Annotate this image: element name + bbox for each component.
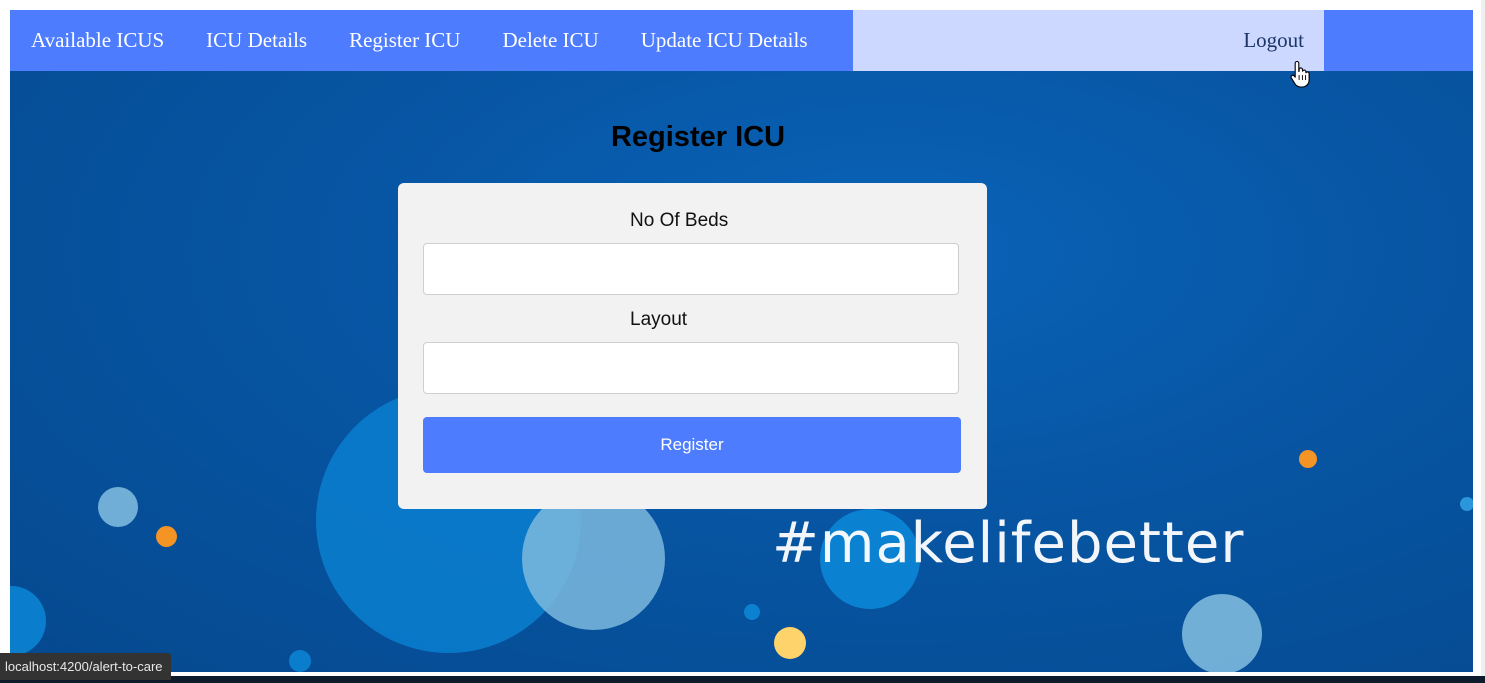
tagline-text: #makelifebetter [772, 511, 1245, 576]
hero-background: #makelifebetter Register ICU No Of Beds … [10, 71, 1473, 672]
decor-bubble [1460, 497, 1473, 511]
beds-input[interactable] [423, 243, 959, 295]
decor-bubble [744, 604, 760, 620]
nav-available-icus[interactable]: Available ICUS [10, 10, 185, 71]
taskbar-strip [0, 676, 1485, 683]
decor-bubble [774, 627, 806, 659]
page-title: Register ICU [610, 121, 786, 153]
layout-label: Layout [630, 309, 688, 330]
nav-register-icu[interactable]: Register ICU [328, 10, 481, 71]
decor-bubble [10, 586, 46, 656]
app-viewport: #makelifebetter Register ICU No Of Beds … [10, 10, 1473, 672]
decor-bubble [156, 526, 177, 547]
layout-input[interactable] [423, 342, 959, 394]
beds-label: No Of Beds [630, 210, 729, 231]
decor-bubble [1182, 594, 1262, 672]
nav-update-icu-details[interactable]: Update ICU Details [620, 10, 829, 71]
register-form-card: No Of Beds Layout Register [398, 183, 987, 509]
top-navbar: Available ICUS ICU Details Register ICU … [10, 10, 1473, 71]
nav-delete-icu[interactable]: Delete ICU [481, 10, 619, 71]
hand-pointer-icon [1290, 60, 1310, 88]
register-button[interactable]: Register [423, 417, 961, 473]
status-bar-url: localhost:4200/alert-to-care [0, 653, 171, 680]
decor-bubble [289, 650, 311, 672]
window-edge [1481, 0, 1485, 683]
decor-bubble [98, 487, 138, 527]
nav-icu-details[interactable]: ICU Details [185, 10, 328, 71]
decor-bubble [1299, 450, 1317, 468]
